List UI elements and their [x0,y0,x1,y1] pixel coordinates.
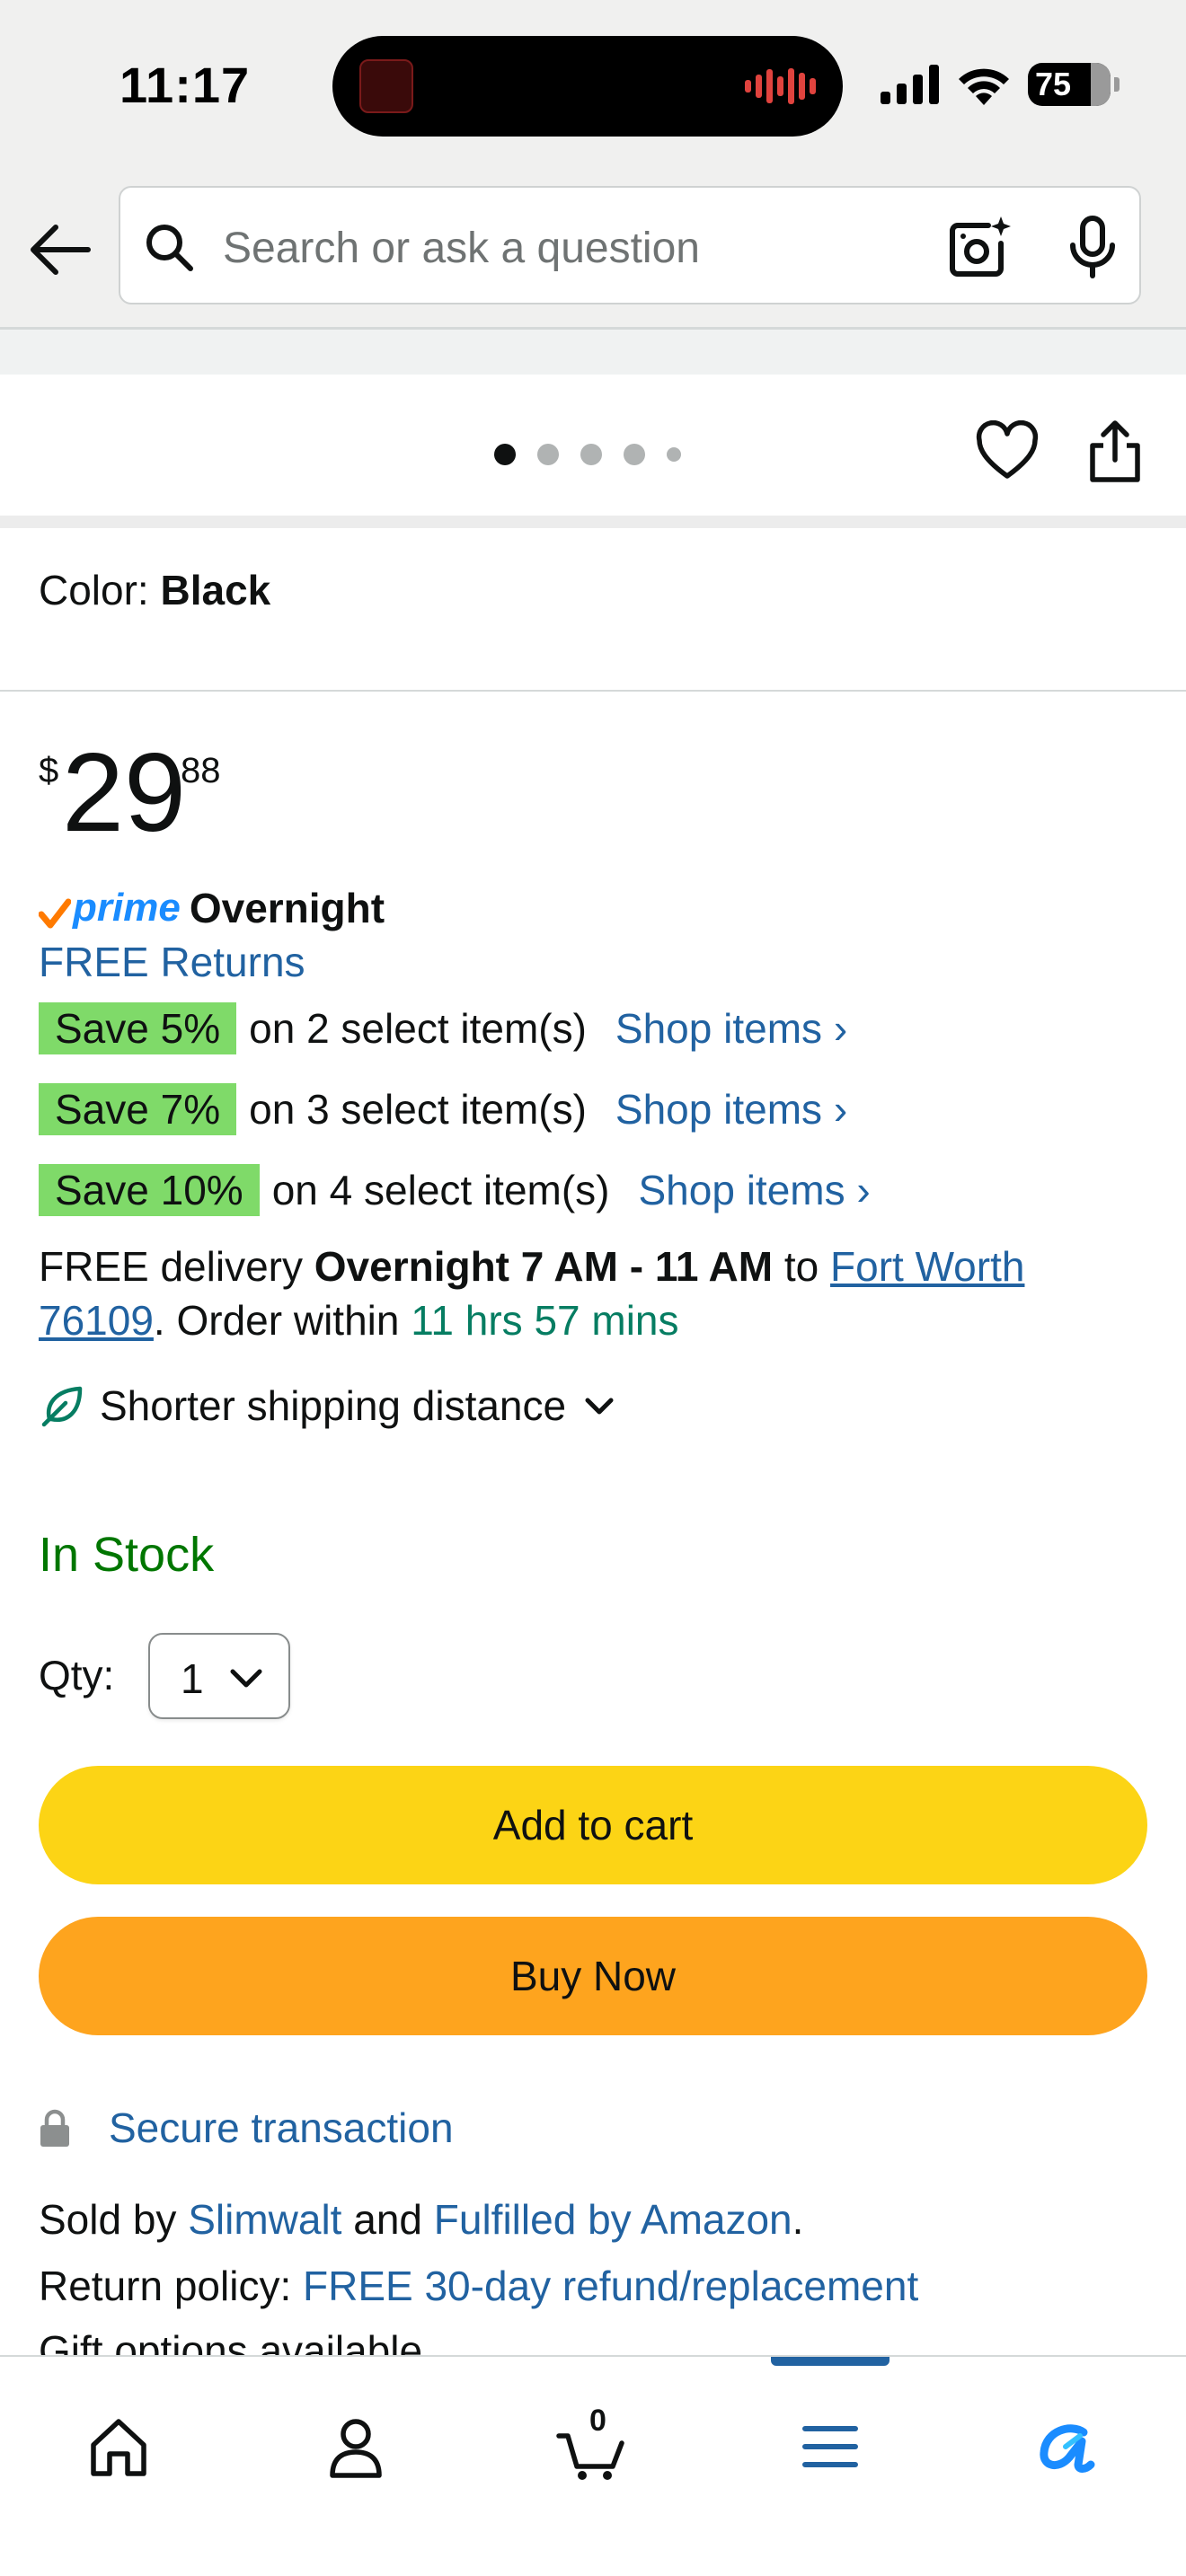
audio-waveform-icon [745,66,816,106]
shop-items-link[interactable]: Shop items › [639,1166,871,1214]
sold-by-label: Sold by [39,2196,189,2243]
microphone-icon[interactable] [1058,213,1127,281]
secure-label: Secure transaction [109,2104,454,2151]
prime-check-icon [39,898,71,929]
prime-label: prime [73,886,181,930]
heart-icon[interactable] [976,420,1039,483]
price-symbol: $ [39,751,59,790]
lock-icon [40,2109,69,2147]
delivery-to: to [773,1243,831,1290]
delivery-window: Overnight 7 AM - 11 AM [314,1243,774,1290]
top-header: 11:17 75 Search or ask a question [0,0,1186,329]
back-arrow-icon[interactable] [25,216,93,284]
return-policy: Return policy: FREE 30-day refund/replac… [39,2262,918,2310]
and-text: and [341,2196,434,2243]
search-icon [146,225,193,271]
shipping-note: Shorter shipping distance [100,1382,567,1429]
color-selection: Color: Black [39,566,270,614]
quantity-value: 1 [181,1655,204,1702]
savings-row: Save 7% on 3 select item(s) Shop items › [39,1083,847,1135]
save-text: on 3 select item(s) [249,1086,587,1133]
free-returns-link[interactable]: FREE Returns [39,938,305,986]
buy-now-button[interactable]: Buy Now [39,1917,1147,2035]
quantity-label: Qty: [39,1652,115,1698]
search-input[interactable]: Search or ask a question [223,224,700,273]
seller-info: Sold by Slimwalt and Fulfilled by Amazon… [39,2196,804,2243]
chevron-down-icon [230,1669,262,1688]
image-area-edge [0,330,1186,375]
carousel-dot[interactable] [580,444,602,465]
prime-speed: Overnight [189,885,385,931]
price-fraction: 88 [181,751,221,790]
fulfilled-by-link[interactable]: Fulfilled by Amazon [434,2196,792,2243]
quantity-select[interactable]: 1 [148,1633,290,1719]
active-tab-indicator [771,2357,890,2366]
save-badge: Save 7% [39,1083,237,1135]
delivery-prefix: FREE delivery [39,1243,314,1290]
add-to-cart-button[interactable]: Add to cart [39,1766,1147,1884]
savings-row: Save 10% on 4 select item(s) Shop items … [39,1164,871,1216]
delivery-info: FREE delivery Overnight 7 AM - 11 AM to … [39,1239,1144,1347]
savings-row: Save 5% on 2 select item(s) Shop items › [39,1002,847,1054]
save-text: on 4 select item(s) [271,1167,610,1213]
save-text: on 2 select item(s) [249,1005,587,1052]
chevron-down-icon [585,1398,614,1415]
camera-lens-icon[interactable] [945,213,1013,281]
leaf-icon [41,1386,83,1427]
carousel-dot[interactable] [624,444,645,465]
shop-items-link[interactable]: Shop items › [615,1004,847,1053]
save-badge: Save 5% [39,1002,237,1054]
cellular-signal-icon [881,65,939,104]
share-icon[interactable] [1084,419,1146,485]
dynamic-island [332,36,843,137]
order-within: . Order within [153,1297,412,1344]
color-value: Black [160,567,271,613]
status-time: 11:17 [119,57,251,113]
delivery-countdown: 11 hrs 57 mins [411,1297,679,1344]
menu-icon[interactable] [794,2411,866,2483]
battery-level: 75 [1035,66,1072,102]
save-badge: Save 10% [39,1164,260,1216]
rufus-assistant-icon[interactable] [1030,2411,1102,2483]
shipping-distance-toggle[interactable]: Shorter shipping distance [39,1381,633,1430]
battery-icon: 75 [1028,63,1120,106]
prime-badge: prime Overnight [39,884,385,932]
return-policy-link[interactable]: FREE 30-day refund/replacement [303,2263,918,2309]
carousel-dot[interactable] [667,447,681,462]
now-playing-artwork [359,59,413,113]
wifi-icon [959,68,1009,105]
divider [0,690,1186,692]
price-whole: 29 [62,731,186,855]
bottom-nav: 0 [0,2355,1186,2576]
section-separator [0,516,1186,528]
account-icon[interactable] [320,2411,392,2483]
return-label: Return policy: [39,2263,304,2309]
cart-count: 0 [589,2404,606,2438]
seller-link[interactable]: Slimwalt [188,2196,341,2243]
shop-items-link[interactable]: Shop items › [615,1085,847,1134]
stock-status: In Stock [39,1528,215,1582]
carousel-indicator[interactable] [494,444,681,465]
color-label: Color: [39,567,161,613]
carousel-dot[interactable] [494,444,516,465]
secure-transaction-link[interactable]: Secure transaction [39,2104,454,2152]
carousel-dot[interactable] [537,444,559,465]
status-icons: 75 [881,63,1120,106]
search-bar[interactable]: Search or ask a question [119,186,1141,304]
home-icon[interactable] [83,2411,155,2483]
